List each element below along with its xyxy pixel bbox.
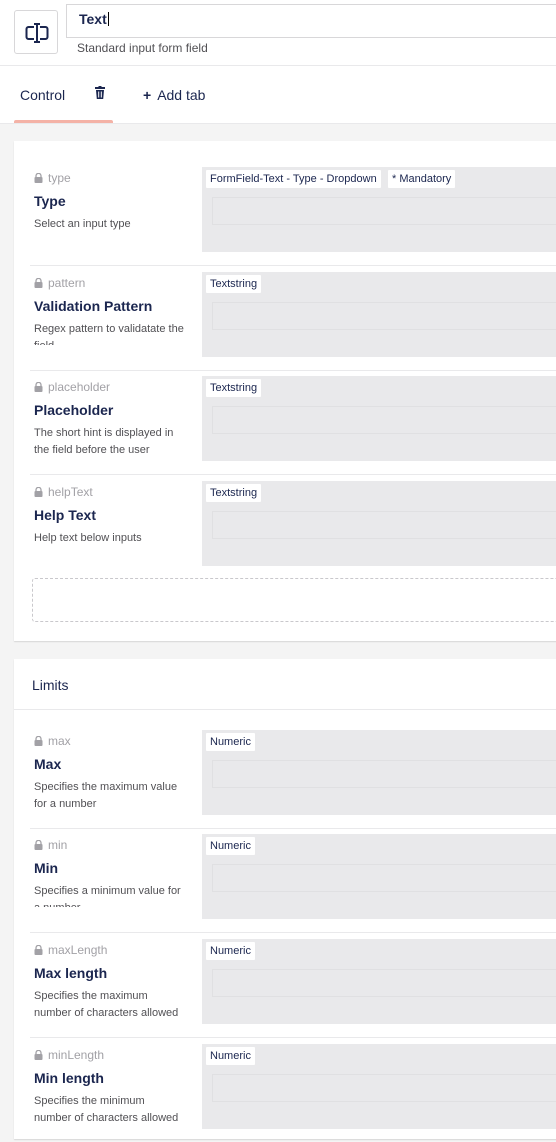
property-alias[interactable]: max [34,734,71,748]
lock-icon [34,736,43,746]
editor-preview [212,511,556,539]
property-editor[interactable]: Numeric [202,1044,556,1129]
editor-name-chip: Textstring [206,379,262,397]
property-description: The short hint is displayed in the field… [34,427,174,456]
editor-preview [212,197,556,225]
property-label[interactable]: Placeholder [34,402,113,418]
property-editor[interactable]: Numeric [202,939,556,1024]
property-label[interactable]: Type [34,193,66,209]
add-tab-label: Add tab [157,87,206,103]
property-editor[interactable]: Textstring [202,272,556,357]
add-tab-button[interactable]: + Add tab [143,87,205,103]
property-description: Specifies the maximum value for a number [34,781,178,810]
property-label[interactable]: Validation Pattern [34,298,152,314]
tab-control-label: Control [20,87,66,103]
active-tab-indicator [14,120,113,123]
editor-name-chip: Textstring [206,275,262,293]
text-cursor-input-icon [25,23,49,43]
lock-icon [34,945,43,955]
property-row: placeholder Placeholder The short hint i… [30,370,556,475]
document-name-input[interactable]: Text [66,4,556,38]
property-row: max Max Specifies the maximum value for … [30,724,556,829]
editor-preview [212,406,556,434]
editor-name-chip: Textstring [206,484,262,502]
lock-icon [34,840,43,850]
tab-control[interactable]: Control [14,66,113,123]
property-row: maxLength Max length Specifies the maxim… [30,933,556,1038]
lock-icon [34,382,43,392]
text-caret [107,12,109,26]
editor-preview [212,864,556,892]
property-alias[interactable]: type [34,171,71,185]
property-description: Specifies the minimum number of characte… [34,1095,179,1124]
trash-icon[interactable] [95,86,105,104]
property-description: Specifies the maximum number of characte… [34,990,179,1019]
lock-icon [34,173,43,183]
property-editor[interactable]: Textstring [202,481,556,566]
property-editor[interactable]: Numeric [202,730,556,815]
property-label[interactable]: Help Text [34,507,96,523]
lock-icon [34,487,43,497]
editor-name-chip: FormField-Text - Type - Dropdown [206,170,381,188]
tabs-bar: Control + Add tab [0,66,556,124]
property-description: Select an input type [34,218,131,230]
plus-icon: + [143,87,152,103]
add-property-area[interactable] [32,578,556,622]
editor-name-chip: Numeric [206,837,255,855]
editor-preview [212,969,556,997]
property-description: Help text below inputs [34,532,142,544]
property-row: pattern Validation Pattern Regex pattern… [30,266,556,371]
control-group: type Type Select an input type FormField… [14,141,556,641]
property-description: Regex pattern to validatate the field [34,323,184,345]
property-editor[interactable]: Textstring [202,376,556,461]
property-alias[interactable]: helpText [34,485,93,499]
property-alias[interactable]: maxLength [34,943,107,957]
property-description: Specifies a minimum value for a number [34,885,181,907]
limits-group: Limits max Max Specifies the maximum val… [14,659,556,1139]
property-label[interactable]: Max [34,756,61,772]
group-divider [14,709,556,710]
mandatory-chip: * Mandatory [388,170,456,188]
lock-icon [34,278,43,288]
group-title[interactable]: Limits [32,677,69,693]
property-row: min Min Specifies a minimum value for a … [30,828,556,933]
editor-name-chip: Numeric [206,1047,255,1065]
document-description[interactable]: Standard input form field [77,41,208,55]
property-label[interactable]: Min length [34,1070,104,1086]
property-row: minLength Min length Specifies the minim… [30,1038,556,1142]
document-name-value: Text [79,11,107,27]
editor-preview [212,760,556,788]
property-label[interactable]: Min [34,860,58,876]
document-header: Text Standard input form field [0,0,556,66]
editor-preview [212,1074,556,1102]
property-row: helpText Help Text Help text below input… [30,475,556,579]
property-editor[interactable]: Numeric [202,834,556,919]
property-label[interactable]: Max length [34,965,107,981]
editor-name-chip: Numeric [206,733,255,751]
property-alias[interactable]: pattern [34,276,85,290]
property-row: type Type Select an input type FormField… [30,161,556,266]
property-alias[interactable]: minLength [34,1048,104,1062]
lock-icon [34,1050,43,1060]
property-alias[interactable]: min [34,838,67,852]
document-type-icon-button[interactable] [14,10,58,54]
editor-name-chip: Numeric [206,942,255,960]
editor-preview [212,302,556,330]
property-editor[interactable]: FormField-Text - Type - Dropdown * Manda… [202,167,556,252]
property-alias[interactable]: placeholder [34,380,110,394]
